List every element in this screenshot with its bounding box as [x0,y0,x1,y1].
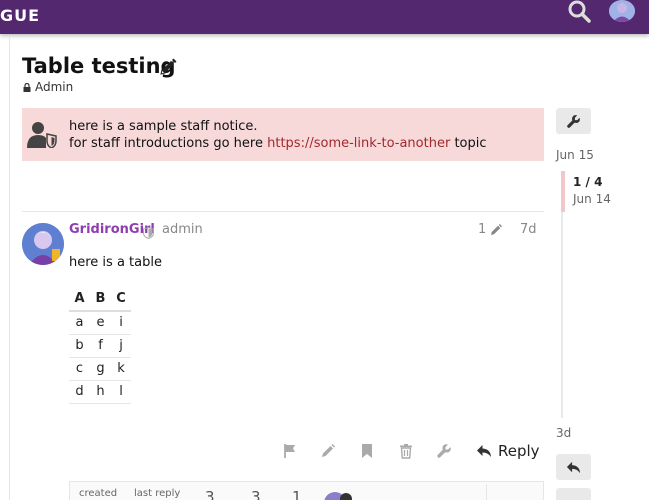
topic-map-views: 3 [251,488,261,500]
table-cell: e [90,311,111,335]
topic-map-replies: 3 [205,488,215,500]
post-body-text: here is a table [69,255,162,270]
wrench-icon [567,114,580,128]
category-badge[interactable]: Admin [23,80,73,94]
post-divider [22,211,544,212]
table-cell: a [69,311,90,335]
topic-map: created last reply 3 3 1 [69,481,544,500]
timeline-handle[interactable] [561,171,565,212]
edit-history-button[interactable]: 1 [478,222,503,237]
reply-icon [477,445,491,457]
search-icon[interactable] [566,0,592,26]
lock-icon [23,82,31,92]
pencil-icon [491,223,503,235]
reply-icon [566,461,581,473]
wrench-icon[interactable] [434,440,454,462]
table-cell: c [69,357,90,381]
table-cell: b [69,334,90,358]
table-header: B [90,287,111,312]
reply-button[interactable]: Reply [476,440,540,462]
user-title: admin [162,222,203,237]
table-cell: k [111,357,131,381]
timeline-post-counter: 1 / 4 [573,175,603,189]
flag-icon[interactable] [280,440,300,462]
table-cell: d [69,380,90,404]
post-date[interactable]: 7d [520,222,537,237]
timeline-end-date[interactable]: 3d [556,426,571,440]
table-cell: h [90,380,111,404]
user-avatar[interactable] [609,0,635,22]
staff-shield-user-icon [26,120,58,149]
table-header: C [111,287,131,312]
table-row: b f j [69,334,131,358]
post-table: A B C a e i b f j c g k d h l [69,287,131,404]
reply-label: Reply [498,442,540,460]
notice-text-2: for staff introductions go here https://… [69,136,487,151]
topic-map-last-reply-label: last reply [134,488,181,499]
pencil-icon[interactable] [158,57,178,77]
table-cell: j [111,334,131,358]
avatar[interactable] [22,223,64,265]
timeline-notification-button[interactable] [556,488,591,500]
site-header: GUE [0,0,649,34]
trash-icon[interactable] [396,440,416,462]
table-cell: f [90,334,111,358]
category-name: Admin [35,80,74,94]
staff-notice: here is a sample staff notice. for staff… [22,108,544,161]
bookmark-icon[interactable] [357,440,377,462]
table-row: d h l [69,380,131,404]
edit-count: 1 [478,222,487,237]
notice-text: here is a sample staff notice. [69,119,258,134]
moderator-shield-icon [143,224,154,240]
table-row: a e i [69,311,131,335]
topic-map-users: 1 [292,488,302,500]
topic-title[interactable]: Table testing [22,54,176,78]
table-header: A [69,287,90,312]
edit-pencil-icon[interactable] [318,440,338,462]
timeline-current-date: Jun 14 [573,192,611,206]
table-cell: i [111,311,131,335]
table-cell: g [90,357,111,381]
table-header-row: A B C [69,287,131,312]
site-logo[interactable]: GUE [0,6,40,25]
page-left-border [9,36,10,500]
topic-map-expand-button[interactable] [486,484,544,500]
notice-link[interactable]: https://some-link-to-another [267,136,450,151]
notice-text-prefix: for staff introductions go here [69,136,263,151]
notice-text-suffix: topic [454,136,487,151]
table-cell: l [111,380,131,404]
participant-count-badge [340,493,352,500]
timeline-reply-button[interactable] [556,454,591,480]
topic-map-created-label: created [79,488,118,499]
post-username[interactable]: GridironGirl [69,222,155,237]
timeline-start-date[interactable]: Jun 15 [556,148,594,162]
admin-wrench-button[interactable] [556,108,591,134]
table-row: c g k [69,357,131,381]
